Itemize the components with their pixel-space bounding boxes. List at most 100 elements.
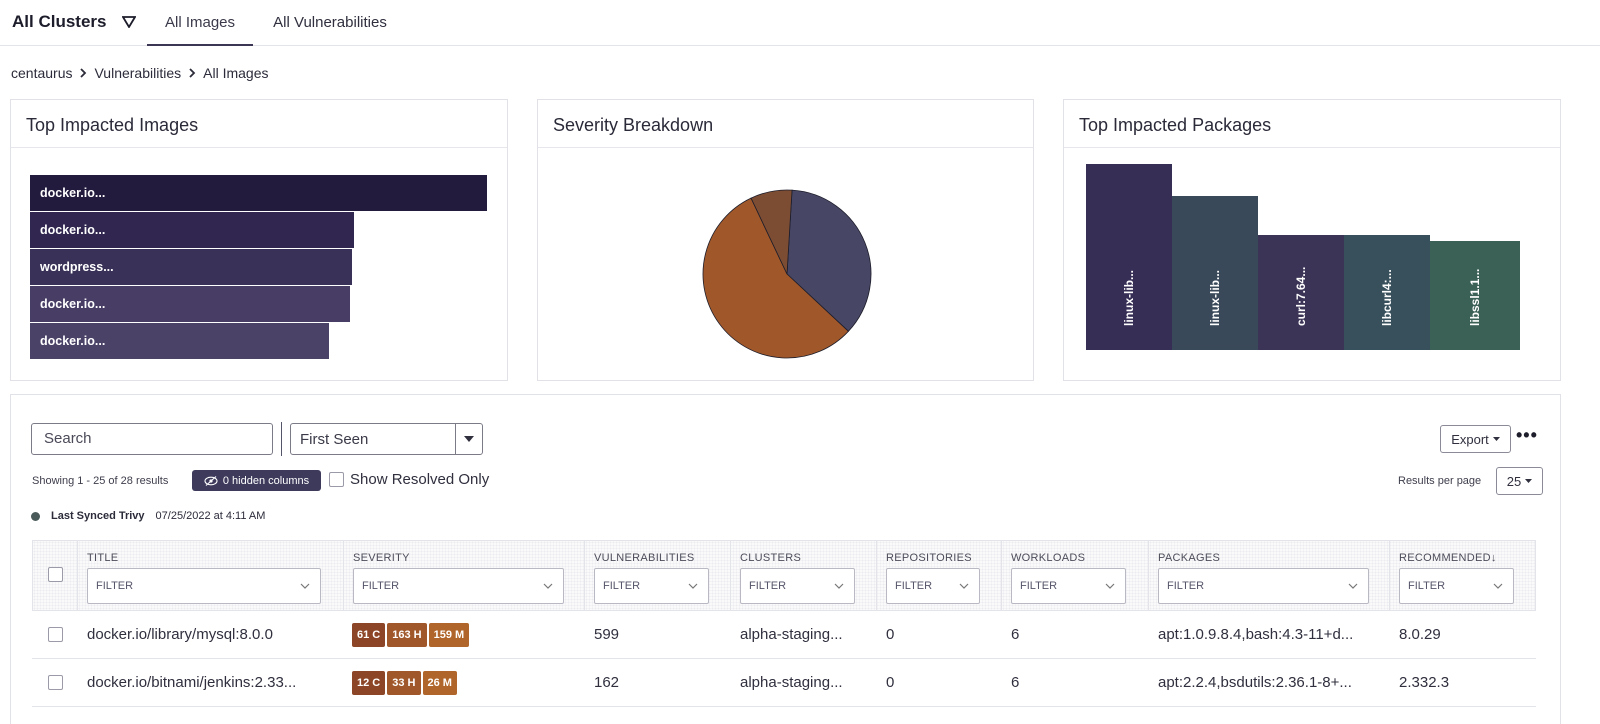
package-bar[interactable]: linux-lib... — [1172, 196, 1258, 350]
workloads-filter[interactable]: FILTER — [1011, 568, 1126, 604]
image-title[interactable]: docker.io/bitnami/jenkins:2.33... — [87, 659, 296, 707]
tab-label: All Images — [164, 14, 236, 31]
images-table-panel: Search First Seen Export ••• Showing 1 -… — [10, 394, 1561, 724]
more-options-icon[interactable]: ••• — [1516, 425, 1538, 446]
image-title[interactable]: docker.io/library/mysql:8.0.0 — [87, 611, 273, 659]
chevron-down-icon — [1493, 583, 1503, 589]
chevron-down-icon — [543, 583, 553, 589]
show-resolved-toggle[interactable]: Show Resolved Only — [329, 471, 489, 488]
severity-badges: 61 C 163 H 159 M — [352, 623, 470, 647]
package-bar[interactable]: libssl1.1... — [1430, 241, 1520, 350]
filter-placeholder: FILTER — [1020, 580, 1058, 592]
table-row[interactable]: docker.io/library/mysql:8.0.0 61 C 163 H1… — [32, 611, 1536, 659]
divider — [281, 422, 282, 456]
top-nav: All Clusters All Images All Vulnerabilit… — [0, 0, 1600, 46]
tab-all-images[interactable]: All Images — [147, 0, 253, 46]
select-all-checkbox[interactable] — [48, 567, 63, 582]
package-bar[interactable]: libcurl4:... — [1344, 235, 1430, 350]
severity-filter[interactable]: FILTER — [353, 568, 564, 604]
row-checkbox[interactable] — [48, 627, 63, 642]
cluster-selector[interactable]: All Clusters — [12, 12, 137, 32]
breadcrumb-item-all-images: All Images — [203, 65, 269, 81]
filter-placeholder: FILTER — [1408, 580, 1446, 592]
results-per-page-select[interactable]: 25 — [1496, 467, 1543, 495]
title-filter[interactable]: FILTER — [87, 568, 321, 604]
column-header-label[interactable]: WORKLOADS — [1011, 552, 1085, 564]
vulnerabilities-filter[interactable]: FILTER — [594, 568, 709, 604]
hidden-columns-button[interactable]: 0 hidden columns — [192, 470, 321, 491]
table-row[interactable]: docker.io/bitnami/jenkins:2.33... 12 C 33… — [32, 659, 1536, 707]
column-header-label[interactable]: CLUSTERS — [740, 552, 801, 564]
chevron-down-icon — [300, 583, 310, 589]
last-synced-label: Last Synced Trivy — [51, 510, 145, 522]
chevron-down-icon — [959, 583, 969, 589]
last-synced-status: Last Synced Trivy 07/25/2022 at 4:11 AM — [31, 510, 265, 522]
card-title: Severity Breakdown — [538, 100, 1033, 148]
show-resolved-label: Show Resolved Only — [350, 471, 490, 488]
results-per-page-label: Results per page — [1398, 475, 1482, 487]
repositories-count: 0 — [886, 626, 895, 643]
severity-breakdown-card: Severity Breakdown — [537, 99, 1034, 381]
image-bar[interactable]: docker.io... — [30, 212, 354, 248]
image-bar[interactable]: wordpress... — [30, 249, 352, 285]
severity-badges: 12 C 33 H 26 M — [352, 671, 457, 695]
column-header-label[interactable]: TITLE — [87, 552, 118, 564]
tab-all-vulnerabilities[interactable]: All Vulnerabilities — [262, 0, 398, 46]
export-button[interactable]: Export — [1440, 425, 1511, 453]
severity-pie-chart — [702, 189, 872, 359]
column-packages: PACKAGES FILTER — [1149, 541, 1390, 610]
packages-value: apt:2.2.4,bsdutils:2.36.1-8+... — [1158, 674, 1352, 691]
breadcrumb-item-vulnerabilities[interactable]: Vulnerabilities — [94, 65, 181, 81]
package-bar[interactable]: curl:7.64... — [1258, 235, 1344, 350]
recommended-version: 2.332.3 — [1399, 674, 1450, 691]
breadcrumb-item-centaurus[interactable]: centaurus — [11, 65, 72, 81]
package-bar-label: linux-lib... — [1122, 270, 1136, 326]
row-checkbox[interactable] — [48, 675, 63, 690]
clusters-value: alpha-staging... — [740, 674, 843, 691]
repositories-count: 0 — [886, 674, 895, 691]
package-bar-label: libssl1.1... — [1468, 268, 1482, 326]
vulnerabilities-count: 162 — [594, 674, 620, 691]
column-header-label[interactable]: PACKAGES — [1158, 552, 1220, 564]
column-severity: SEVERITY FILTER — [344, 541, 585, 610]
recommended-filter[interactable]: FILTER — [1399, 568, 1514, 604]
severity-badge: 163 H — [387, 623, 427, 647]
image-bar[interactable]: docker.io... — [30, 175, 487, 211]
search-placeholder: Search — [44, 430, 92, 447]
sort-arrow-down-icon: ↓ — [1490, 552, 1497, 564]
filter-placeholder: FILTER — [603, 580, 641, 592]
package-bar-label: libcurl4:... — [1380, 269, 1394, 326]
packages-filter[interactable]: FILTER — [1158, 568, 1369, 604]
column-header-label[interactable]: REPOSITORIES — [886, 552, 972, 564]
chevron-right-icon — [80, 68, 87, 78]
clusters-filter[interactable]: FILTER — [740, 568, 855, 604]
results-count: Showing 1 - 25 of 28 results — [32, 475, 169, 487]
recommended-label: RECOMMENDED — [1399, 552, 1491, 564]
card-title: Top Impacted Images — [11, 100, 507, 148]
search-input[interactable]: Search — [31, 423, 273, 455]
column-header-label[interactable]: SEVERITY — [353, 552, 410, 564]
cluster-selector-label: All Clusters — [12, 12, 107, 31]
workloads-count: 6 — [1011, 626, 1020, 643]
clusters-value: alpha-staging... — [740, 626, 843, 643]
repositories-filter[interactable]: FILTER — [886, 568, 980, 604]
package-bar[interactable]: linux-lib... — [1086, 164, 1172, 350]
column-header-label[interactable]: VULNERABILITIES — [594, 552, 694, 564]
chevron-right-icon — [189, 68, 196, 78]
card-title: Top Impacted Packages — [1064, 100, 1560, 148]
column-recommended: RECOMMENDED↓ FILTER — [1390, 541, 1536, 610]
severity-badge: 61 C — [352, 623, 386, 647]
caret-down-icon[interactable] — [455, 424, 482, 454]
column-repositories: REPOSITORIES FILTER — [877, 541, 1002, 610]
image-bar[interactable]: docker.io... — [30, 323, 329, 359]
show-resolved-checkbox[interactable] — [329, 472, 344, 487]
triangle-down-icon — [122, 16, 137, 28]
caret-down-icon — [1525, 479, 1533, 483]
column-header-label[interactable]: RECOMMENDED↓ — [1399, 552, 1497, 564]
last-synced-time: 07/25/2022 at 4:11 AM — [155, 510, 266, 522]
image-bar[interactable]: docker.io... — [30, 286, 350, 322]
sort-select[interactable]: First Seen — [290, 423, 483, 455]
breadcrumb: centaurus Vulnerabilities All Images — [11, 65, 268, 81]
column-workloads: WORKLOADS FILTER — [1002, 541, 1149, 610]
results-per-page-value: 25 — [1506, 473, 1522, 489]
